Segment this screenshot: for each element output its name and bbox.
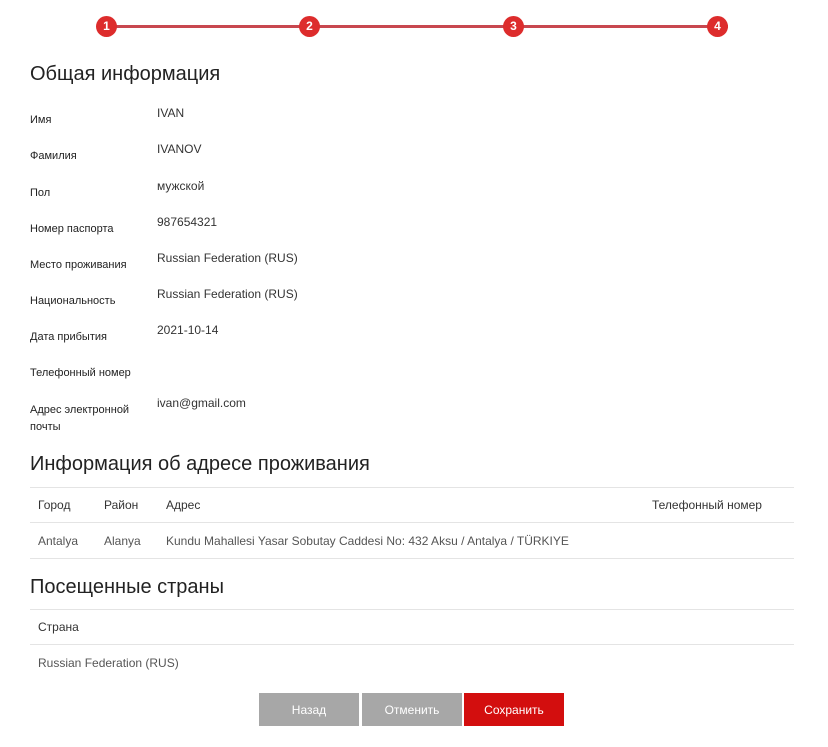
progress-stepper: 1 2 3 4 bbox=[96, 16, 738, 38]
info-value: Russian Federation (RUS) bbox=[157, 251, 298, 265]
back-button[interactable]: Назад bbox=[259, 693, 359, 726]
cell-phone bbox=[644, 522, 794, 559]
column-header-district: Район bbox=[96, 487, 158, 523]
cell-city: Antalya bbox=[30, 522, 96, 559]
countries-table: Страна Russian Federation (RUS) bbox=[30, 609, 794, 680]
info-value: IVANOV bbox=[157, 142, 202, 156]
step-3: 3 bbox=[503, 16, 524, 37]
info-label: Имя bbox=[30, 114, 52, 126]
info-label: Телефонный номер bbox=[30, 367, 131, 379]
stepper-line bbox=[106, 25, 728, 28]
info-label: Номер паспорта bbox=[30, 223, 114, 235]
section-title-address: Информация об адресе проживания bbox=[30, 453, 370, 475]
table-row: Russian Federation (RUS) bbox=[30, 645, 794, 681]
info-label: Место проживания bbox=[30, 259, 127, 271]
info-value: IVAN bbox=[157, 106, 185, 120]
column-header-city: Город bbox=[30, 487, 96, 523]
cell-country: Russian Federation (RUS) bbox=[38, 655, 179, 670]
info-label: Дата прибытия bbox=[30, 331, 107, 343]
info-label: Пол bbox=[30, 187, 51, 199]
info-value: мужской bbox=[157, 179, 205, 193]
cancel-button[interactable]: Отменить bbox=[362, 693, 462, 726]
info-value: 2021-10-14 bbox=[157, 323, 219, 337]
info-label: Фамилия bbox=[30, 150, 77, 162]
column-header-address: Адрес bbox=[158, 487, 644, 523]
section-title-countries: Посещенные страны bbox=[30, 576, 224, 598]
info-value: ivan@gmail.com bbox=[157, 396, 246, 410]
address-table: Город Район Адрес Телефонный номер Antal… bbox=[30, 487, 794, 559]
info-value: 987654321 bbox=[157, 215, 218, 229]
step-4: 4 bbox=[707, 16, 728, 37]
step-1: 1 bbox=[96, 16, 117, 37]
info-label: Национальность bbox=[30, 295, 116, 307]
column-header-phone: Телефонный номер bbox=[644, 487, 794, 523]
info-label: Адрес электронной почты bbox=[30, 404, 130, 433]
save-button[interactable]: Сохранить bbox=[464, 693, 564, 726]
step-2: 2 bbox=[299, 16, 320, 37]
table-header-row: Город Район Адрес Телефонный номер bbox=[30, 487, 794, 523]
cell-district: Alanya bbox=[96, 522, 158, 559]
info-value: Russian Federation (RUS) bbox=[157, 287, 298, 301]
table-row: Antalya Alanya Kundu Mahallesi Yasar Sob… bbox=[30, 522, 794, 559]
column-header-country: Страна bbox=[30, 609, 794, 645]
cell-address: Kundu Mahallesi Yasar Sobutay Caddesi No… bbox=[158, 522, 644, 559]
section-title-general: Общая информация bbox=[30, 63, 221, 85]
table-header-row: Страна bbox=[30, 609, 794, 645]
